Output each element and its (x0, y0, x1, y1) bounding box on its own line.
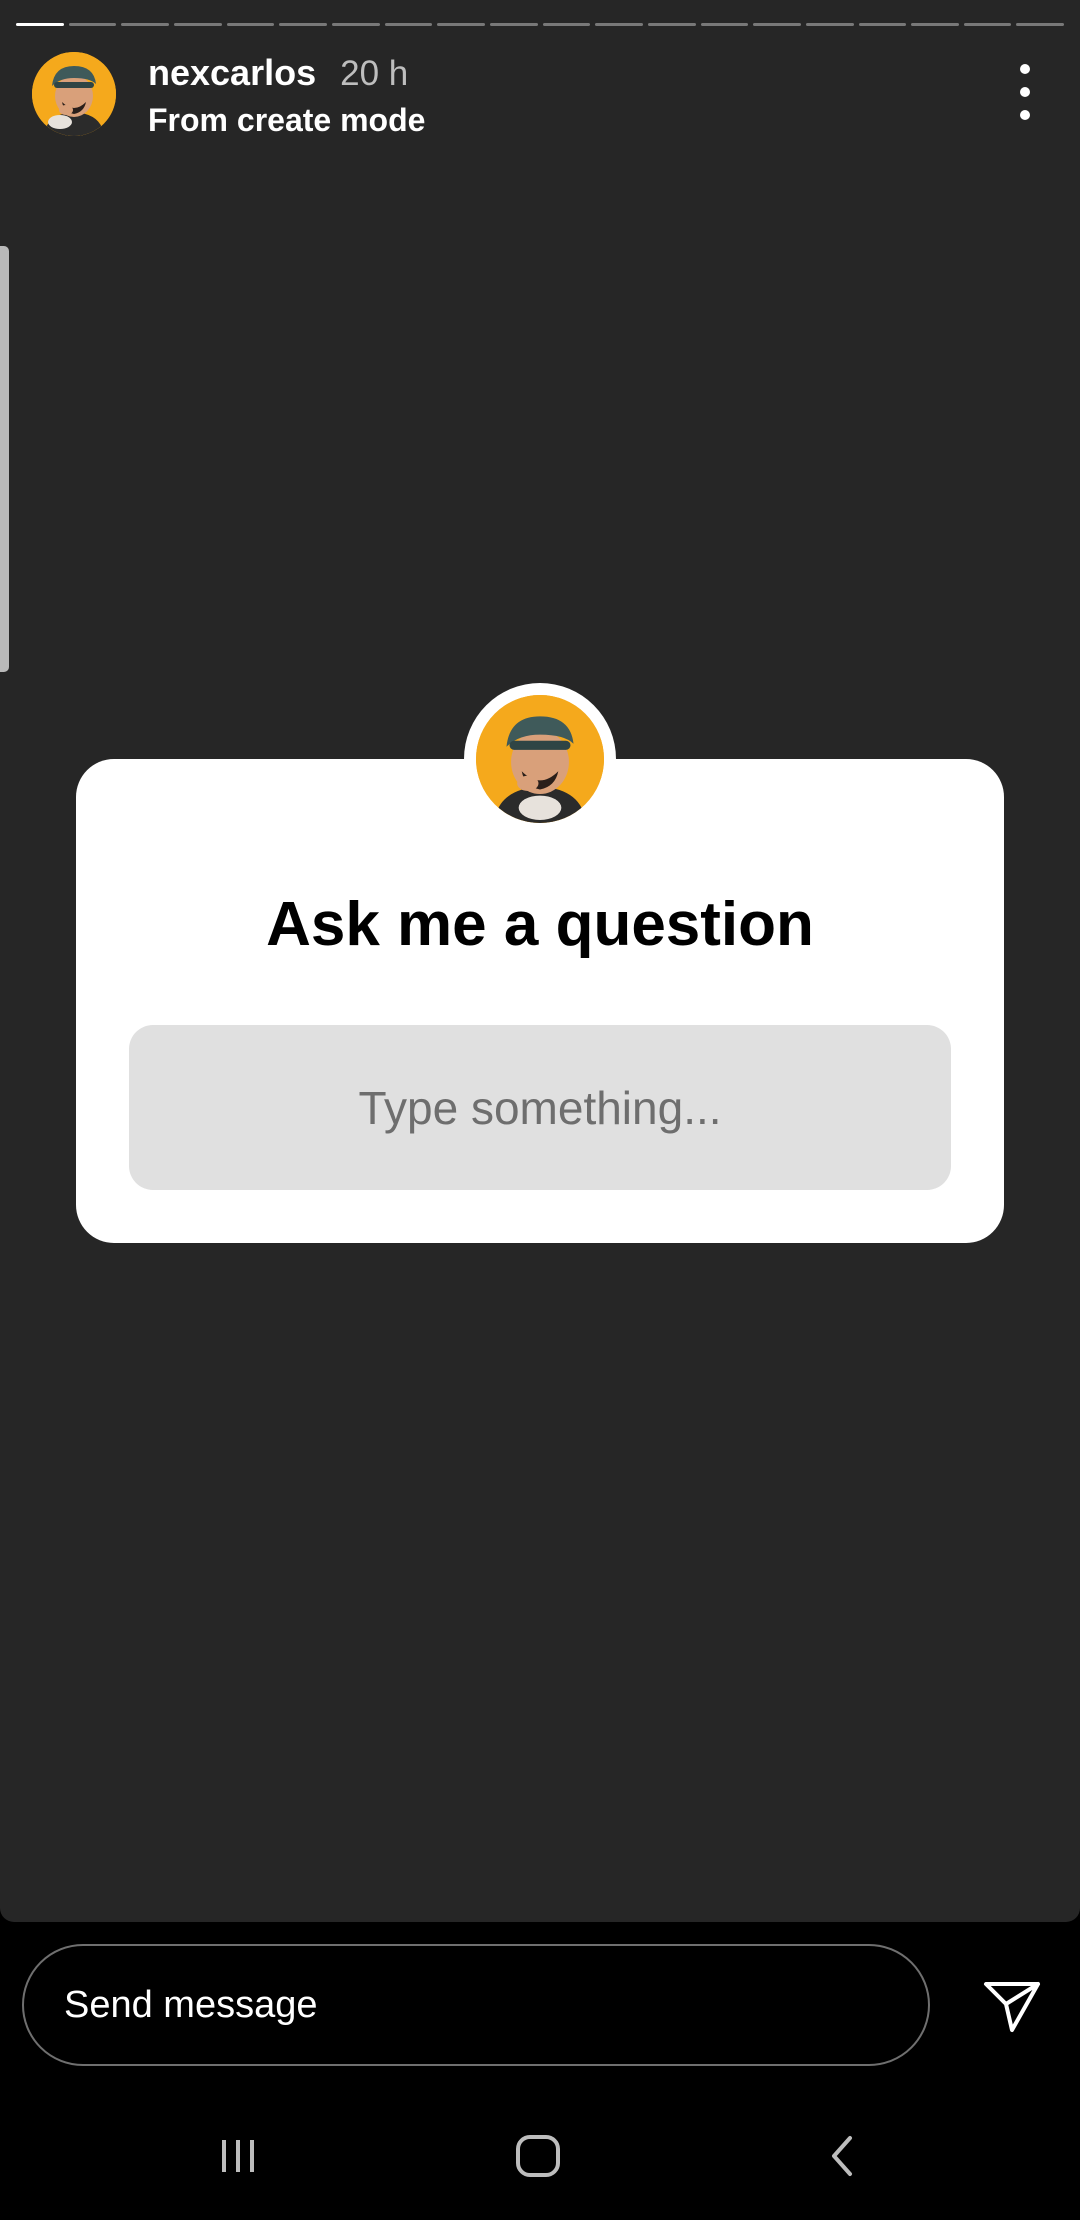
progress-segment (173, 23, 222, 26)
question-answer-input[interactable]: Type something... (129, 1025, 951, 1190)
answer-placeholder: Type something... (358, 1081, 722, 1134)
more-vertical-icon (1020, 64, 1030, 74)
story-subtitle: From create mode (148, 102, 426, 138)
more-options-button[interactable] (1010, 64, 1040, 120)
more-vertical-icon-dot (1020, 110, 1030, 120)
send-icon (984, 1982, 1040, 2032)
progress-segment (858, 23, 907, 26)
sticker-avatar-image (476, 695, 604, 823)
progress-segment (16, 23, 64, 26)
progress-segment (489, 23, 538, 26)
send-message-placeholder: Send message (64, 1983, 318, 2026)
send-button[interactable] (982, 1978, 1042, 2034)
progress-segment (279, 23, 327, 26)
progress-segment (700, 23, 749, 26)
recents-icon (222, 2140, 254, 2172)
progress-segment (647, 23, 696, 26)
progress-segment (542, 23, 591, 26)
user-line: nexcarlos 20 h (148, 52, 408, 96)
avatar-image (32, 52, 116, 136)
send-message-field[interactable]: Send message (22, 1944, 930, 2066)
story-header: nexcarlos 20 h From create mode (32, 52, 1060, 142)
progress-segment (911, 23, 959, 26)
more-vertical-icon-dot (1020, 87, 1030, 97)
sticker-avatar (476, 695, 604, 823)
story-progress-bar (16, 23, 1065, 27)
story-content[interactable]: nexcarlos 20 h From create mode Ask me a… (0, 0, 1080, 1922)
progress-segment (384, 23, 433, 26)
progress-segment (121, 23, 169, 26)
progress-segment (68, 23, 117, 26)
progress-segment (331, 23, 380, 26)
back-button[interactable] (812, 2128, 872, 2184)
recents-button[interactable] (208, 2128, 268, 2184)
progress-segment (963, 23, 1012, 26)
progress-segment (595, 23, 643, 26)
progress-segment (1016, 23, 1065, 26)
progress-segment (805, 23, 854, 26)
question-sticker-title: Ask me a question (266, 890, 814, 959)
system-navigation-bar (0, 2094, 1080, 2220)
story-viewer-screen: nexcarlos 20 h From create mode Ask me a… (0, 0, 1080, 2220)
home-button[interactable] (508, 2128, 568, 2184)
post-time: 20 h (340, 54, 409, 93)
home-icon (516, 2135, 560, 2177)
back-icon (832, 2136, 852, 2176)
progress-segment (437, 23, 485, 26)
username[interactable]: nexcarlos (148, 52, 316, 94)
user-avatar[interactable] (32, 52, 116, 136)
previous-story-edge[interactable] (0, 246, 9, 672)
progress-segment (226, 23, 275, 26)
progress-segment (753, 23, 801, 26)
